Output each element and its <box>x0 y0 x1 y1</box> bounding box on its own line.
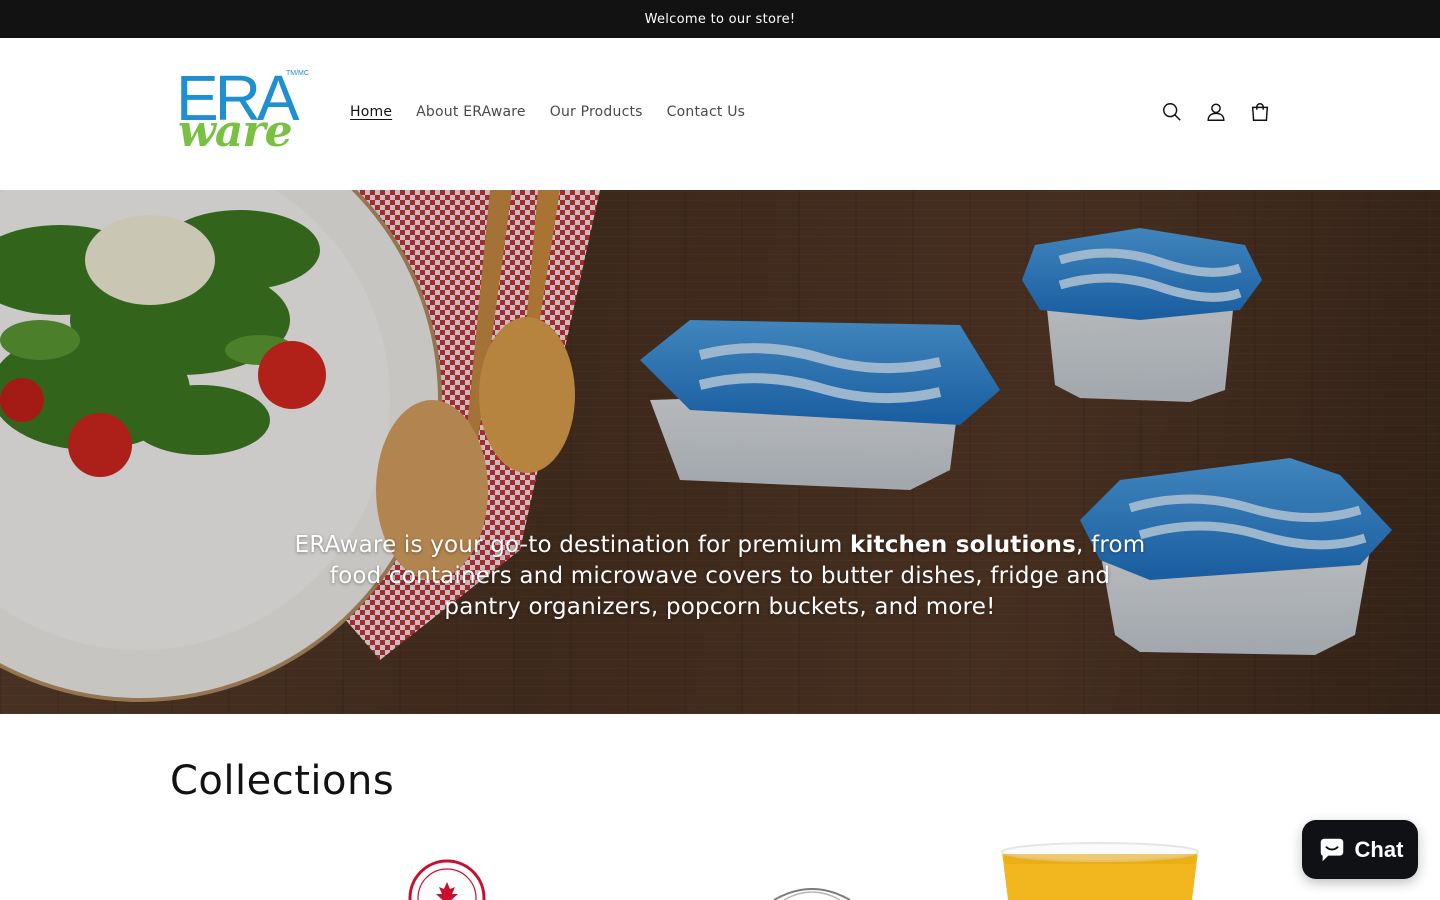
cart-button[interactable] <box>1238 94 1282 130</box>
account-button[interactable] <box>1194 94 1238 130</box>
header-actions <box>1150 94 1282 130</box>
nav-about[interactable]: About ERAware <box>404 100 538 124</box>
nav-contact[interactable]: Contact Us <box>655 100 757 124</box>
announcement-bar: Welcome to our store! <box>0 0 1440 38</box>
search-icon <box>1163 103 1181 121</box>
announcement-text: Welcome to our store! <box>644 11 796 27</box>
chat-bubble-icon <box>1320 838 1343 861</box>
nav-products[interactable]: Our Products <box>538 100 655 124</box>
cart-icon <box>1251 103 1269 121</box>
site-header: ERA TM/MC ware Home About ERAware Our Pr… <box>0 38 1440 190</box>
made-in-canada-badge <box>408 859 486 900</box>
hero-text-start: ERAware is your go-to destination for pr… <box>294 532 850 558</box>
logo-subword: ware <box>178 106 293 157</box>
hero-tagline: ERAware is your go-to destination for pr… <box>290 530 1150 623</box>
brand-logo[interactable]: ERA TM/MC ware <box>176 66 309 158</box>
collections-heading: Collections <box>170 758 395 804</box>
chat-button[interactable]: Chat <box>1302 820 1418 879</box>
hero-banner: ERAware is your go-to destination for pr… <box>0 190 1440 714</box>
collection-card-popcorn[interactable] <box>1000 840 1200 900</box>
nav-home[interactable]: Home <box>338 100 404 124</box>
logo-trademark: TM/MC <box>286 70 309 77</box>
hero-text-highlight: kitchen solutions <box>849 532 1077 558</box>
search-button[interactable] <box>1150 94 1194 130</box>
account-icon <box>1207 103 1225 121</box>
microwave-cover-image <box>773 888 851 900</box>
hero-overlay <box>0 190 1440 714</box>
collection-card-covers[interactable] <box>770 878 854 900</box>
popcorn-bucket-image <box>1001 842 1199 900</box>
chat-label: Chat <box>1354 836 1404 862</box>
collection-card-made-in-canada[interactable] <box>406 856 488 900</box>
main-nav: Home About ERAware Our Products Contact … <box>338 100 757 124</box>
